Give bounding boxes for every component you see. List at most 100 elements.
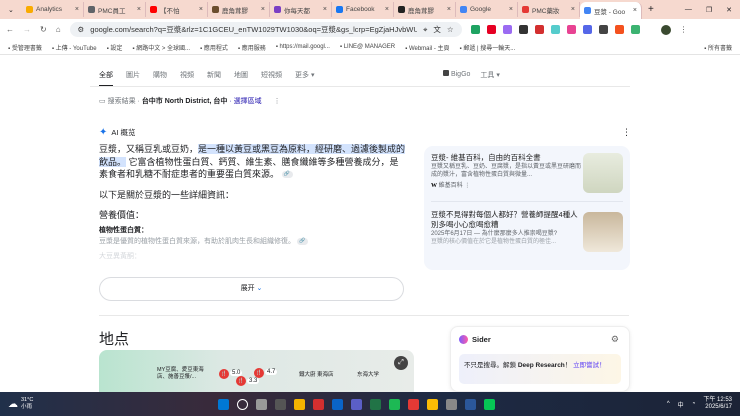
search-tab[interactable]: 視頻 [180, 70, 194, 87]
restaurant-pin[interactable]: 🍴 [254, 368, 264, 378]
clock[interactable]: 下午 12:53 2025/6/17 [703, 397, 732, 411]
search-tab[interactable]: 圖片 [126, 70, 140, 87]
search-tab[interactable]: 短視頻 [261, 70, 282, 87]
close-tab-icon[interactable]: × [137, 6, 141, 13]
taskbar-app-icon[interactable] [313, 398, 324, 410]
taskbar-app-icon[interactable] [256, 398, 267, 410]
taskbar-app-icon[interactable] [446, 398, 457, 410]
fullscreen-icon[interactable]: ⤢ [394, 356, 408, 370]
browser-tab[interactable]: PMC藥妝 × [518, 2, 580, 17]
bookmark[interactable]: ▪ LINE@ MANAGER [340, 44, 395, 50]
settings-icon[interactable]: ⚙ [611, 334, 619, 345]
source-card[interactable]: 豆漿- 維基百科，自由的百科全書 豆漿又稱豆乳、豆奶、豆腐漿，是指以黃豆或黑豆研… [431, 153, 623, 193]
taskbar-app-icon[interactable] [484, 398, 495, 410]
wifi-icon[interactable]: ◔ [692, 401, 696, 407]
extension-icon[interactable] [630, 25, 640, 34]
restaurant-pin[interactable]: 🍴 [219, 369, 229, 379]
close-tab-icon[interactable]: × [571, 6, 575, 13]
browser-tab[interactable]: 你每天都 × [270, 2, 332, 17]
bookmark[interactable]: ▪ 所有書籤 [704, 43, 732, 52]
close-tab-icon[interactable]: × [633, 7, 637, 14]
more-icon[interactable]: ⋮ [274, 98, 281, 105]
taskbar-app-icon[interactable] [408, 398, 419, 410]
browser-tab[interactable]: Analytics × [22, 2, 84, 17]
close-tab-icon[interactable]: × [199, 6, 203, 13]
extension-icon[interactable] [598, 25, 608, 34]
location-icon[interactable]: ⌖ [423, 25, 427, 35]
browser-tab[interactable]: Google × [456, 2, 518, 17]
close-tab-icon[interactable]: × [385, 6, 389, 13]
tools-button[interactable]: 工具 ▾ [480, 70, 499, 80]
search-tab[interactable]: 更多 ▾ [295, 70, 314, 87]
home-icon[interactable]: ⌂ [56, 25, 61, 34]
search-tab[interactable]: 新聞 [207, 70, 221, 87]
ai-more-icon[interactable]: ⋮ [622, 127, 631, 138]
try-now-link[interactable]: 立即嘗試！ [573, 362, 606, 369]
bookmark[interactable]: ▪ 設定 [107, 43, 123, 52]
link-icon[interactable]: 🔗 [281, 171, 293, 179]
extension-icon[interactable] [502, 25, 512, 34]
close-tab-icon[interactable]: × [261, 6, 265, 13]
restore-icon[interactable]: ❐ [706, 6, 712, 14]
ime-indicator[interactable]: 中 [678, 400, 684, 409]
browser-tab[interactable]: 鹿角茸膠 × [394, 2, 456, 17]
reload-icon[interactable]: ↻ [40, 25, 47, 34]
close-tab-icon[interactable]: × [75, 6, 79, 13]
taskbar-app-icon[interactable] [237, 398, 248, 410]
bookmark[interactable]: ▪ https://mail.googl... [276, 44, 330, 50]
weather-widget[interactable]: ☁ 31°C 小雨 [8, 397, 33, 411]
taskbar-app-icon[interactable] [218, 398, 229, 410]
bigo-button[interactable]: BigGo [443, 70, 470, 80]
browser-tab[interactable]: 【不怕 × [146, 2, 208, 17]
extension-icon[interactable] [470, 25, 480, 34]
menu-icon[interactable]: ⋮ [680, 25, 688, 34]
taskbar-app-icon[interactable] [370, 398, 381, 410]
browser-tab[interactable]: 豆漿 - Goo × [580, 2, 642, 19]
bookmark[interactable]: ▪ 受管理書籤 [8, 43, 42, 52]
tray-chevron-icon[interactable]: ^ [667, 401, 670, 407]
profile-avatar[interactable] [660, 24, 671, 35]
expand-button[interactable]: 展开 ⌄ [99, 277, 404, 301]
taskbar-app-icon[interactable] [465, 398, 476, 410]
close-tab-icon[interactable]: × [509, 6, 513, 13]
taskbar-app-icon[interactable] [332, 398, 343, 410]
restaurant-pin[interactable]: 🍴 [236, 376, 246, 386]
bookmark[interactable]: ▪ 郵遞 | 搜尋一輪天... [460, 43, 516, 52]
taskbar-app-icon[interactable] [275, 398, 286, 410]
bookmark[interactable]: ▪ 網路中文 > 全球國... [132, 43, 190, 52]
extension-icon[interactable] [566, 25, 576, 34]
extension-icon[interactable] [486, 25, 496, 34]
forward-icon[interactable]: → [23, 25, 31, 34]
bookmark[interactable]: ▪ 應用程式 [200, 43, 228, 52]
extension-icon[interactable] [518, 25, 528, 34]
tab-search-icon[interactable]: ⌄ [8, 6, 14, 14]
link-icon[interactable]: 🔗 [296, 237, 308, 245]
search-tab[interactable]: 全部 [99, 70, 113, 87]
bookmark[interactable]: ▪ 上傳 - YouTube [52, 43, 97, 52]
extension-icon[interactable] [582, 25, 592, 34]
back-icon[interactable]: ← [6, 25, 14, 34]
taskbar-app-icon[interactable] [351, 398, 362, 410]
bookmark[interactable]: ▪ Webmail - 主頁 [405, 43, 449, 52]
taskbar-app-icon[interactable] [427, 398, 438, 410]
site-info-icon[interactable]: ⚙ [78, 25, 85, 34]
search-tab[interactable]: 地圖 [234, 70, 248, 87]
extension-icon[interactable] [614, 25, 624, 34]
taskbar-app-icon[interactable] [294, 398, 305, 410]
bookmark[interactable]: ▪ 應用服務 [238, 43, 266, 52]
url-field[interactable]: ⚙ google.com/search?q=豆漿&rlz=1C1GCEU_enTW… [69, 22, 462, 37]
close-tab-icon[interactable]: × [447, 6, 451, 13]
change-region-link[interactable]: · 選擇區域 [229, 98, 261, 105]
extension-icon[interactable] [534, 25, 544, 34]
translate-icon[interactable]: 文 [433, 24, 441, 35]
map[interactable]: MY豆腐、愛豆東海店、施善豆漿/... 🍴 5.0 🍴 3.3 🍴 4.7 鐵大廚 東… [99, 350, 414, 392]
browser-tab[interactable]: Facebook × [332, 2, 394, 17]
close-tab-icon[interactable]: × [323, 6, 327, 13]
taskbar-app-icon[interactable] [389, 398, 400, 410]
minimize-icon[interactable]: — [685, 6, 692, 13]
browser-tab[interactable]: PMC員工 × [84, 2, 146, 17]
browser-tab[interactable]: 鹿角茸膠 × [208, 2, 270, 17]
search-tab[interactable]: 購物 [153, 70, 167, 87]
close-window-icon[interactable]: ✕ [726, 6, 732, 14]
new-tab-icon[interactable]: + [648, 4, 654, 15]
